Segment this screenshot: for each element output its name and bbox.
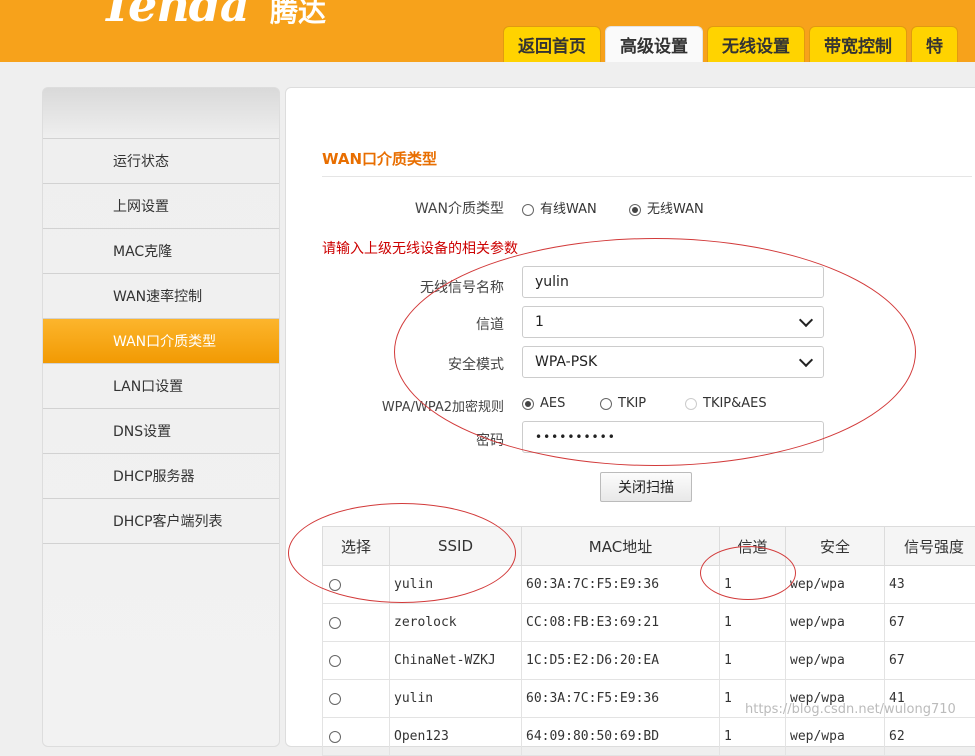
ssid-label: 无线信号名称 [420, 277, 504, 297]
cell-channel: 1 [720, 604, 786, 642]
media-option-wireless[interactable]: 无线WAN [629, 198, 704, 217]
wireless-params-hint: 请输入上级无线设备的相关参数 [322, 238, 518, 258]
row-select-cell [323, 642, 390, 680]
tab-wireless-settings[interactable]: 无线设置 [707, 26, 805, 62]
cell-security: wep/wpa [786, 566, 885, 604]
tab-bandwidth-control[interactable]: 带宽控制 [809, 26, 907, 62]
cell-ssid: yulin [390, 566, 522, 604]
sidebar-item-wan-media-type[interactable]: WAN口介质类型 [43, 319, 279, 364]
cell-signal: 67 [885, 642, 975, 680]
media-option-wired[interactable]: 有线WAN [522, 198, 597, 217]
cell-mac: 1C:D5:E2:D6:20:EA [522, 642, 720, 680]
cell-signal: 62 [885, 718, 975, 756]
cell-security: wep/wpa [786, 604, 885, 642]
encryption-option-tkip-aes[interactable]: TKIP&AES [685, 396, 767, 411]
cell-channel: 1 [720, 642, 786, 680]
radio-wired-wan[interactable] [522, 204, 534, 216]
channel-label: 信道 [476, 314, 504, 334]
tab-home[interactable]: 返回首页 [503, 26, 601, 62]
table-row[interactable]: yulin 60:3A:7C:F5:E9:36 1 wep/wpa 43 [323, 566, 975, 604]
cell-ssid: ChinaNet-WZKJ [390, 642, 522, 680]
cell-security: wep/wpa [786, 642, 885, 680]
radio-tkip-aes[interactable] [685, 398, 697, 410]
section-divider [322, 176, 972, 177]
tab-special[interactable]: 特 [911, 26, 958, 62]
row-select-cell [323, 604, 390, 642]
main-panel: WAN口介质类型 WAN介质类型 有线WAN 无线WAN 请输入上级无线设备的相… [285, 87, 975, 747]
table-row[interactable]: ChinaNet-WZKJ 1C:D5:E2:D6:20:EA 1 wep/wp… [323, 642, 975, 680]
sidebar-item-internet-settings[interactable]: 上网设置 [43, 184, 279, 229]
header-bar: Tenda 腾达 返回首页 高级设置 无线设置 带宽控制 特 [0, 0, 975, 62]
row-select-radio[interactable] [329, 655, 341, 667]
top-nav-tabs: 返回首页 高级设置 无线设置 带宽控制 特 [503, 26, 958, 62]
col-channel: 信道 [720, 527, 786, 566]
password-input[interactable]: •••••••••• [522, 421, 824, 453]
ssid-input[interactable]: yulin [522, 266, 824, 298]
chevron-down-icon [799, 353, 813, 367]
cell-ssid: Open123 [390, 718, 522, 756]
cell-security: wep/wpa [786, 718, 885, 756]
radio-wireless-wan[interactable] [629, 204, 641, 216]
cell-ssid: zerolock [390, 604, 522, 642]
brand-logo: Tenda [100, 0, 249, 32]
tab-advanced-settings[interactable]: 高级设置 [605, 26, 703, 62]
media-type-label: WAN介质类型 [415, 198, 504, 218]
cell-mac: 60:3A:7C:F5:E9:36 [522, 680, 720, 718]
brand-logo-cn: 腾达 [270, 0, 326, 30]
cell-mac: 60:3A:7C:F5:E9:36 [522, 566, 720, 604]
encryption-rule-label: WPA/WPA2加密规则 [382, 396, 504, 415]
section-title: WAN口介质类型 [322, 148, 437, 169]
security-mode-select[interactable]: WPA-PSK [522, 346, 824, 378]
sidebar-menu: 运行状态 上网设置 MAC克隆 WAN速率控制 WAN口介质类型 LAN口设置 … [43, 138, 279, 544]
cell-signal: 43 [885, 566, 975, 604]
encryption-option-tkip[interactable]: TKIP [600, 396, 646, 411]
row-select-cell [323, 680, 390, 718]
row-select-cell [323, 718, 390, 756]
row-select-radio[interactable] [329, 579, 341, 591]
col-ssid: SSID [390, 527, 522, 566]
table-row[interactable]: Open123 64:09:80:50:69:BD 1 wep/wpa 62 [323, 718, 975, 756]
cell-signal: 67 [885, 604, 975, 642]
cell-ssid: yulin [390, 680, 522, 718]
sidebar: 运行状态 上网设置 MAC克隆 WAN速率控制 WAN口介质类型 LAN口设置 … [42, 87, 280, 747]
sidebar-item-lan-settings[interactable]: LAN口设置 [43, 364, 279, 409]
password-label: 密码 [476, 430, 504, 450]
encryption-option-aes[interactable]: AES [522, 396, 565, 411]
scan-results-table: 选择 SSID MAC地址 信道 安全 信号强度 yulin 60:3A:7C:… [322, 526, 975, 756]
sidebar-item-status[interactable]: 运行状态 [43, 139, 279, 184]
sidebar-item-dhcp-client-list[interactable]: DHCP客户端列表 [43, 499, 279, 544]
cell-channel: 1 [720, 718, 786, 756]
cell-mac: 64:09:80:50:69:BD [522, 718, 720, 756]
security-mode-label: 安全模式 [448, 354, 504, 374]
chevron-down-icon [799, 313, 813, 327]
watermark: https://blog.csdn.net/wulong710 [745, 702, 956, 717]
security-mode-value: WPA-PSK [535, 354, 597, 370]
channel-value: 1 [535, 314, 544, 330]
col-signal: 信号强度 [885, 527, 975, 566]
sidebar-item-wan-speed[interactable]: WAN速率控制 [43, 274, 279, 319]
col-security: 安全 [786, 527, 885, 566]
row-select-radio[interactable] [329, 731, 341, 743]
table-row[interactable]: zerolock CC:08:FB:E3:69:21 1 wep/wpa 67 [323, 604, 975, 642]
col-mac: MAC地址 [522, 527, 720, 566]
cell-mac: CC:08:FB:E3:69:21 [522, 604, 720, 642]
table-header-row: 选择 SSID MAC地址 信道 安全 信号强度 [323, 527, 975, 566]
sidebar-item-mac-clone[interactable]: MAC克隆 [43, 229, 279, 274]
radio-aes[interactable] [522, 398, 534, 410]
radio-tkip[interactable] [600, 398, 612, 410]
row-select-cell [323, 566, 390, 604]
row-select-radio[interactable] [329, 617, 341, 629]
sidebar-item-dhcp-server[interactable]: DHCP服务器 [43, 454, 279, 499]
cell-channel: 1 [720, 566, 786, 604]
channel-select[interactable]: 1 [522, 306, 824, 338]
close-scan-button[interactable]: 关闭扫描 [600, 472, 692, 502]
row-select-radio[interactable] [329, 693, 341, 705]
sidebar-item-dns-settings[interactable]: DNS设置 [43, 409, 279, 454]
col-select: 选择 [323, 527, 390, 566]
